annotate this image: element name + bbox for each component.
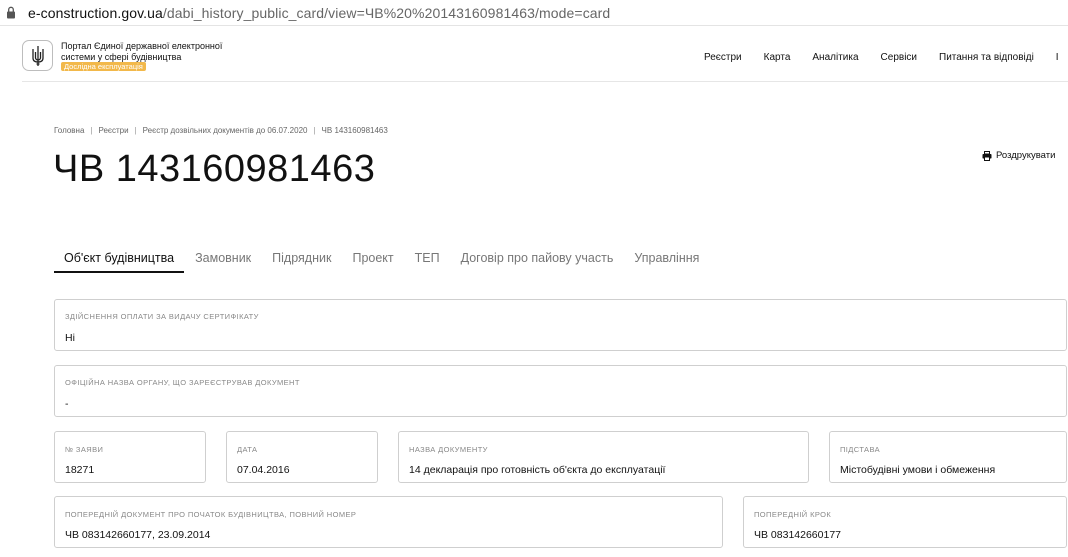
- field-label: Підстава: [840, 445, 881, 454]
- browser-address-bar[interactable]: e-construction.gov.ua/dabi_history_publi…: [0, 0, 1068, 26]
- breadcrumb-separator: |: [313, 126, 316, 135]
- field-label: Попередній крок: [754, 510, 832, 519]
- nav-item-truncated[interactable]: І: [1056, 52, 1059, 63]
- field-label: Дата: [237, 445, 258, 454]
- field-label: Здійснення оплати за видачу сертифікату: [65, 312, 259, 321]
- portal-title-text: Портал Єдиної державної електронної сист…: [61, 41, 223, 62]
- nav-item-analytics[interactable]: Аналітика: [812, 52, 858, 63]
- breadcrumb: Головна | Реєстри | Реєстр дозвільних до…: [54, 126, 388, 135]
- field-application-number: № заяви 18271: [54, 431, 206, 483]
- field-payment: Здійснення оплати за видачу сертифікату …: [54, 299, 1067, 351]
- url-host: e-construction.gov.ua: [28, 4, 163, 21]
- field-previous-document: Попередній документ про початок будівниц…: [54, 496, 723, 548]
- print-label: Роздрукувати: [996, 150, 1056, 161]
- main-nav: Реєстри Карта Аналітика Сервіси Питання …: [704, 52, 1059, 63]
- lock-icon: [6, 6, 18, 20]
- portal-title[interactable]: Портал Єдиної державної електронної сист…: [61, 41, 231, 73]
- field-previous-step: Попередній крок ЧВ 083142660177: [743, 496, 1067, 548]
- breadcrumb-separator: |: [134, 126, 137, 135]
- field-value: -: [65, 398, 69, 410]
- nav-item-map[interactable]: Карта: [764, 52, 791, 63]
- field-basis: Підстава Містобудівні умови і обмеження: [829, 431, 1067, 483]
- field-label: Офіційна назва органу, що зареєстрував д…: [65, 378, 300, 387]
- printer-icon: [982, 150, 992, 161]
- page-title: ЧВ 143160981463: [53, 148, 376, 190]
- field-value: Містобудівні умови і обмеження: [840, 464, 996, 476]
- field-value: Ні: [65, 332, 75, 344]
- nav-item-faq[interactable]: Питання та відповіді: [939, 52, 1034, 63]
- url-path: /dabi_history_public_card/view=ЧВ%20%201…: [162, 4, 611, 21]
- field-value: 18271: [65, 464, 95, 476]
- breadcrumb-registry[interactable]: Реєстр дозвільних документів до 06.07.20…: [143, 126, 308, 135]
- tab-tep[interactable]: ТЕП: [405, 243, 450, 273]
- trident-logo-icon[interactable]: [22, 40, 53, 71]
- breadcrumb-separator: |: [90, 126, 93, 135]
- field-label: Назва документу: [409, 445, 488, 454]
- trial-badge: Дослідна експлуатація: [61, 62, 146, 71]
- field-value: 14 декларація про готовність об'єкта до …: [409, 464, 666, 476]
- field-label: Попередній документ про початок будівниц…: [65, 510, 357, 519]
- url-text[interactable]: e-construction.gov.ua/dabi_history_publi…: [28, 5, 610, 21]
- field-value: ЧВ 083142660177: [754, 529, 841, 541]
- tab-customer[interactable]: Замовник: [185, 243, 261, 273]
- print-button[interactable]: Роздрукувати: [982, 150, 1055, 161]
- tab-construction-object[interactable]: Об'єкт будівництва: [54, 243, 185, 273]
- breadcrumb-current: ЧВ 143160981463: [321, 126, 388, 135]
- field-label: № заяви: [65, 445, 104, 454]
- tab-management[interactable]: Управління: [624, 243, 709, 273]
- field-document-name: Назва документу 14 декларація про готовн…: [398, 431, 809, 483]
- tab-contractor[interactable]: Підрядник: [262, 243, 341, 273]
- field-value: ЧВ 083142660177, 23.09.2014: [65, 529, 211, 541]
- tab-project[interactable]: Проект: [342, 243, 403, 273]
- field-value: 07.04.2016: [237, 464, 290, 476]
- tab-bar: Об'єкт будівництва Замовник Підрядник Пр…: [54, 243, 710, 273]
- site-header: Портал Єдиної державної електронної сист…: [22, 36, 1068, 82]
- field-date: Дата 07.04.2016: [226, 431, 378, 483]
- breadcrumb-registries[interactable]: Реєстри: [98, 126, 128, 135]
- tab-share-agreement[interactable]: Договір про пайову участь: [451, 243, 624, 273]
- nav-item-services[interactable]: Сервіси: [881, 52, 917, 63]
- field-authority: Офіційна назва органу, що зареєстрував д…: [54, 365, 1067, 417]
- nav-item-registries[interactable]: Реєстри: [704, 52, 742, 63]
- breadcrumb-home[interactable]: Головна: [54, 126, 84, 135]
